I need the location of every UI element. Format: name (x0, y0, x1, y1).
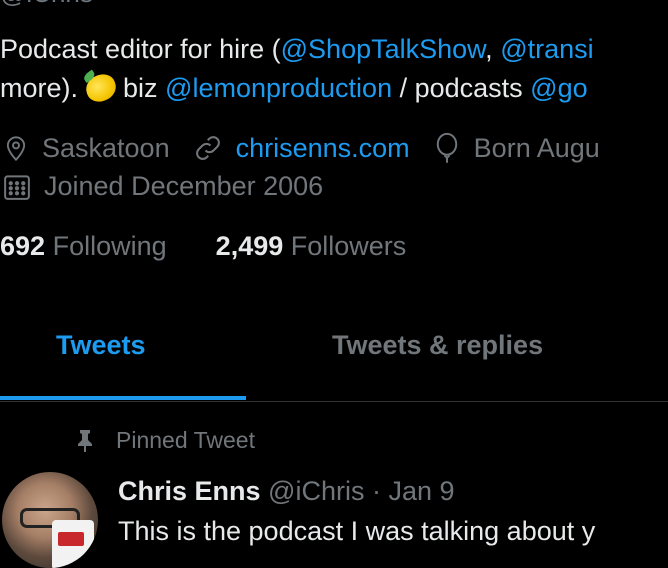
link-icon (195, 136, 220, 160)
profile-joined-row: Joined December 2006 (2, 171, 345, 202)
followers-count: 2,499 (215, 231, 284, 261)
tab-tweets[interactable]: Tweets (56, 330, 146, 361)
active-tab-indicator (0, 396, 246, 400)
tweet-dot-separator: · (371, 476, 381, 506)
following-link[interactable]: 692 Following (0, 231, 167, 261)
bio-line-2: more). biz @lemonproduction / podcasts @… (0, 70, 588, 106)
bio-text: biz (115, 73, 166, 103)
mention-link-lemonproduction[interactable]: @lemonproduction (165, 73, 392, 103)
tweet-author-name[interactable]: Chris Enns (118, 476, 261, 506)
birth-text: Born Augu (473, 132, 600, 163)
followers-label: Followers (290, 231, 407, 261)
following-label: Following (52, 231, 167, 261)
lemon-emoji-icon (81, 70, 120, 106)
tweet-text: This is the podcast I was talking about … (118, 516, 596, 546)
website-item: chrisenns.com (192, 133, 410, 164)
map-pin-icon (6, 136, 26, 161)
following-count: 692 (0, 231, 46, 261)
tabs-divider (0, 401, 668, 402)
pin-icon (78, 429, 92, 452)
calendar-icon (4, 174, 30, 200)
pinned-tweet-label-row: Pinned Tweet (76, 427, 255, 454)
avatar-mug (52, 520, 94, 568)
bio-line-1: Podcast editor for hire (@ShopTalkShow, … (0, 34, 594, 65)
profile-handle: @iChris (0, 0, 93, 9)
bio-text: more). (0, 73, 86, 103)
bio-text: / podcasts (392, 73, 531, 103)
followers-link[interactable]: 2,499 Followers (216, 231, 407, 261)
joined-text: Joined December 2006 (44, 171, 324, 201)
tab-tweets-and-replies[interactable]: Tweets & replies (332, 330, 543, 361)
pinned-tweet-label: Pinned Tweet (116, 427, 255, 453)
location-text: Saskatoon (42, 132, 170, 163)
tweet-header: Chris Enns @iChris · Jan 9 (118, 476, 455, 507)
mention-link-transi[interactable]: @transi (500, 34, 593, 64)
website-link[interactable]: chrisenns.com (236, 133, 410, 164)
tweet-date[interactable]: Jan 9 (389, 476, 455, 506)
joined-item: Joined December 2006 (2, 171, 323, 202)
bio-text: Podcast editor for hire ( (0, 34, 281, 64)
bio-text: , (485, 34, 501, 64)
avatar[interactable] (2, 472, 98, 568)
birth-item: Born Augu (432, 132, 600, 164)
mention-link-shoptalkshow[interactable]: @ShopTalkShow (281, 34, 486, 64)
follow-stats: 692 Following 2,499 Followers (0, 231, 406, 262)
mention-link-go[interactable]: @go (530, 73, 587, 103)
location-item: Saskatoon (2, 133, 170, 164)
balloon-icon (436, 132, 457, 163)
tweet-author-handle[interactable]: @iChris (268, 476, 364, 506)
profile-meta-row: Saskatoon chrisenns.com Born Augu (2, 132, 622, 164)
